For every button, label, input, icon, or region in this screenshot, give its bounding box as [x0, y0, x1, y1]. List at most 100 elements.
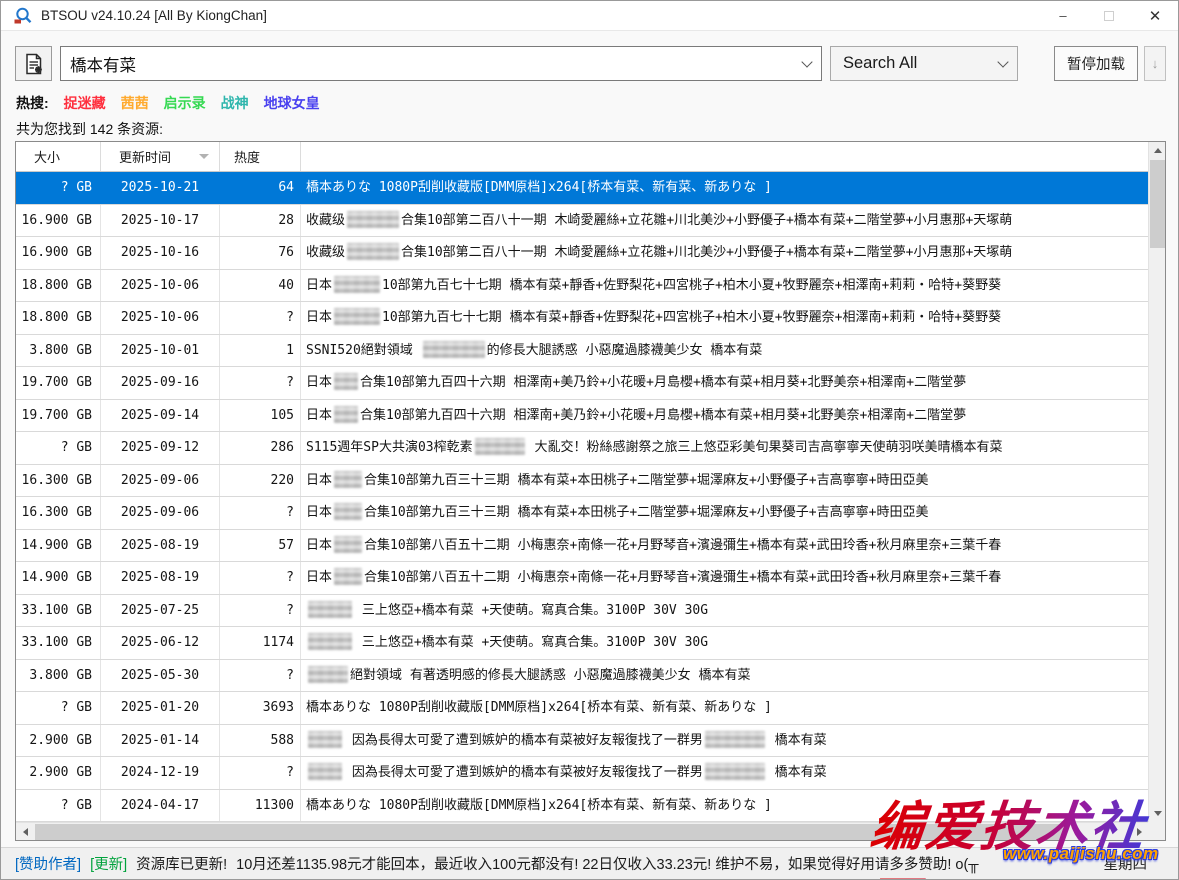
maximize-icon — [1104, 11, 1114, 21]
table-row[interactable]: ? GB2025-10-2164橋本ありな 1080P刮削收藏版[DMM原档]x… — [16, 172, 1148, 205]
status-bar: [赞助作者] [更新] 资源库已更新! 10月还差1135.98元才能回本，最近… — [1, 847, 1178, 879]
column-header-date[interactable]: 更新时间 — [101, 142, 220, 171]
censored-blur — [308, 601, 352, 618]
table-row[interactable]: 19.700 GB2025-09-16?日本合集10部第九百四十六期 相澤南+美… — [16, 367, 1148, 400]
hot-search-item[interactable]: 启示录 — [164, 93, 206, 113]
table-row[interactable]: 18.800 GB2025-10-0640日本10部第九百七十七期 橋本有菜+靜… — [16, 270, 1148, 303]
cell-title: 三上悠亞+橋本有菜 +天使萌。寫真合集。3100P 30V 30G — [301, 595, 1148, 627]
cell-title: 因為長得太可愛了遭到嫉妒的橋本有菜被好友報復找了一群男 橋本有菜 — [301, 757, 1148, 789]
table-row[interactable]: 33.100 GB2025-07-25? 三上悠亞+橋本有菜 +天使萌。寫真合集… — [16, 595, 1148, 628]
cell-heat: 64 — [220, 172, 301, 204]
cell-date: 2025-07-25 — [101, 595, 220, 627]
table-header: 大小 更新时间 热度 — [16, 142, 1165, 172]
cell-size: 19.700 GB — [16, 367, 101, 399]
cell-size: 19.700 GB — [16, 400, 101, 432]
scroll-up-button[interactable] — [1149, 142, 1166, 159]
scrollbar-corner — [1148, 822, 1165, 840]
column-header-heat[interactable]: 热度 — [220, 142, 301, 171]
censored-blur — [705, 731, 765, 748]
censored-blur — [423, 341, 485, 358]
hot-search-item[interactable]: 茜茜 — [121, 93, 149, 113]
table-row[interactable]: 2.900 GB2025-01-14588 因為長得太可愛了遭到嫉妒的橋本有菜被… — [16, 725, 1148, 758]
column-header-title[interactable] — [301, 142, 1148, 171]
close-button[interactable]: ✕ — [1132, 1, 1178, 31]
cell-date: 2025-08-19 — [101, 530, 220, 562]
table-row[interactable]: 14.900 GB2025-08-1957日本合集10部第八百五十二期 小梅惠奈… — [16, 530, 1148, 563]
search-combobox[interactable]: 橋本有菜 — [60, 46, 822, 81]
hot-search-item[interactable]: 捉迷藏 — [64, 93, 106, 113]
sponsor-author-link[interactable]: [赞助作者] — [15, 853, 81, 874]
search-input-value[interactable]: 橋本有菜 — [70, 52, 803, 76]
triangle-down-icon — [1154, 811, 1162, 820]
title-text: 橋本ありな 1080P刮削收藏版[DMM原档]x264[桥本有菜、新有菜、新あり… — [306, 180, 772, 195]
table-row[interactable]: 18.800 GB2025-10-06?日本10部第九百七十七期 橋本有菜+靜香… — [16, 302, 1148, 335]
horizontal-scrollbar[interactable] — [16, 822, 1148, 840]
update-link[interactable]: [更新] — [90, 853, 127, 874]
column-header-size[interactable]: 大小 — [16, 142, 101, 171]
title-text: 日本 — [306, 408, 332, 423]
cell-heat: 286 — [220, 432, 301, 464]
cell-title: 日本合集10部第九百四十六期 相澤南+美乃鈴+小花暖+月島櫻+橋本有菜+相月葵+… — [301, 367, 1148, 399]
cell-date: 2025-10-21 — [101, 172, 220, 204]
title-text: 三上悠亞+橋本有菜 +天使萌。寫真合集。3100P 30V 30G — [354, 635, 708, 650]
table-row[interactable]: 2.900 GB2024-12-19? 因為長得太可愛了遭到嫉妒的橋本有菜被好友… — [16, 757, 1148, 790]
censored-blur — [308, 763, 342, 780]
table-row[interactable]: 16.900 GB2025-10-1728收藏级合集10部第二百八十一期 木崎愛… — [16, 205, 1148, 238]
cell-size: 2.900 GB — [16, 757, 101, 789]
title-text: 橋本ありな 1080P刮削收藏版[DMM原档]x264[桥本有菜、新有菜、新あり… — [306, 700, 772, 715]
title-text: 橋本有菜 — [767, 765, 827, 780]
table-row[interactable]: ? GB2024-04-1711300橋本ありな 1080P刮削收藏版[DMM原… — [16, 790, 1148, 823]
table-row[interactable]: 14.900 GB2025-08-19?日本合集10部第八百五十二期 小梅惠奈+… — [16, 562, 1148, 595]
title-text: 10部第九百七十七期 橋本有菜+靜香+佐野梨花+四宮桃子+柏木小夏+牧野麗奈+相… — [382, 310, 1001, 325]
cell-date: 2025-10-01 — [101, 335, 220, 367]
scroll-down-button[interactable] — [1149, 805, 1166, 822]
cell-title: 日本合集10部第九百四十六期 相澤南+美乃鈴+小花暖+月島櫻+橋本有菜+相月葵+… — [301, 400, 1148, 432]
cell-heat: ? — [220, 562, 301, 594]
table-row[interactable]: 16.300 GB2025-09-06?日本合集10部第九百三十三期 橋本有菜+… — [16, 497, 1148, 530]
hot-search-item[interactable]: 战神 — [221, 93, 249, 113]
censored-blur — [334, 536, 362, 553]
table-row[interactable]: 16.900 GB2025-10-1676收藏级合集10部第二百八十一期 木崎愛… — [16, 237, 1148, 270]
title-text: 日本 — [306, 310, 332, 325]
cell-size: 16.900 GB — [16, 205, 101, 237]
status-updated-text: 资源库已更新! — [136, 853, 227, 874]
vertical-scrollbar[interactable] — [1148, 142, 1165, 822]
table-row[interactable]: 3.800 GB2025-05-30?絕對領域 有著透明感的修長大腿誘惑 小惡魔… — [16, 660, 1148, 693]
search-engine-select[interactable]: Search All — [830, 46, 1018, 81]
cell-size: 33.100 GB — [16, 627, 101, 659]
chevron-down-icon[interactable] — [801, 56, 812, 67]
cell-title: 絕對領域 有著透明感的修長大腿誘惑 小惡魔過膝襪美少女 橋本有菜 — [301, 660, 1148, 692]
settings-button[interactable] — [15, 46, 52, 81]
status-message: 10月还差1135.98元才能回本，最近收入100元都没有! 22日仅收入33.… — [236, 853, 978, 874]
cell-size: 18.800 GB — [16, 302, 101, 334]
pause-loading-button[interactable]: 暂停加载 — [1054, 46, 1138, 81]
table-row[interactable]: 19.700 GB2025-09-14105日本合集10部第九百四十六期 相澤南… — [16, 400, 1148, 433]
table-row[interactable]: ? GB2025-09-12286S115週年SP大共演03榨乾素 大亂交！粉絲… — [16, 432, 1148, 465]
cell-title: 因為長得太可愛了遭到嫉妒的橋本有菜被好友報復找了一群男 橋本有菜 — [301, 725, 1148, 757]
scroll-left-button[interactable] — [16, 823, 34, 841]
horizontal-scroll-thumb[interactable] — [35, 824, 1063, 840]
triangle-left-icon — [19, 828, 28, 836]
cell-date: 2025-10-16 — [101, 237, 220, 269]
cell-date: 2025-01-14 — [101, 725, 220, 757]
title-text: 日本 — [306, 375, 332, 390]
app-window: BTSOU v24.10.24 [All By KiongChan] – ✕ — [0, 0, 1179, 880]
title-text: 日本 — [306, 278, 332, 293]
cell-title: S115週年SP大共演03榨乾素 大亂交！粉絲感謝祭之旅三上悠亞彩美旬果葵司吉高… — [301, 432, 1148, 464]
cell-date: 2025-10-06 — [101, 270, 220, 302]
maximize-button[interactable] — [1086, 1, 1132, 31]
cell-heat: 1 — [220, 335, 301, 367]
table-row[interactable]: ? GB2025-01-203693橋本ありな 1080P刮削收藏版[DMM原档… — [16, 692, 1148, 725]
title-text: 合集10部第九百三十三期 橋本有菜+本田桃子+二階堂夢+堀澤麻友+小野優子+吉高… — [364, 505, 928, 520]
vertical-scroll-thumb[interactable] — [1150, 160, 1165, 248]
table-row[interactable]: 16.300 GB2025-09-06220日本合集10部第九百三十三期 橋本有… — [16, 465, 1148, 498]
minimize-button[interactable]: – — [1040, 1, 1086, 31]
cell-date: 2025-09-14 — [101, 400, 220, 432]
table-row[interactable]: 3.800 GB2025-10-011SSNI520絕對領域 的修長大腿誘惑 小… — [16, 335, 1148, 368]
hot-search-list: 捉迷藏茜茜启示录战神地球女皇 — [64, 93, 320, 113]
title-text: 日本 — [306, 538, 332, 553]
table-row[interactable]: 33.100 GB2025-06-121174 三上悠亞+橋本有菜 +天使萌。寫… — [16, 627, 1148, 660]
scroll-right-button[interactable] — [1130, 823, 1148, 841]
hot-search-item[interactable]: 地球女皇 — [264, 93, 320, 113]
load-direction-button[interactable]: ↓ — [1144, 46, 1166, 81]
